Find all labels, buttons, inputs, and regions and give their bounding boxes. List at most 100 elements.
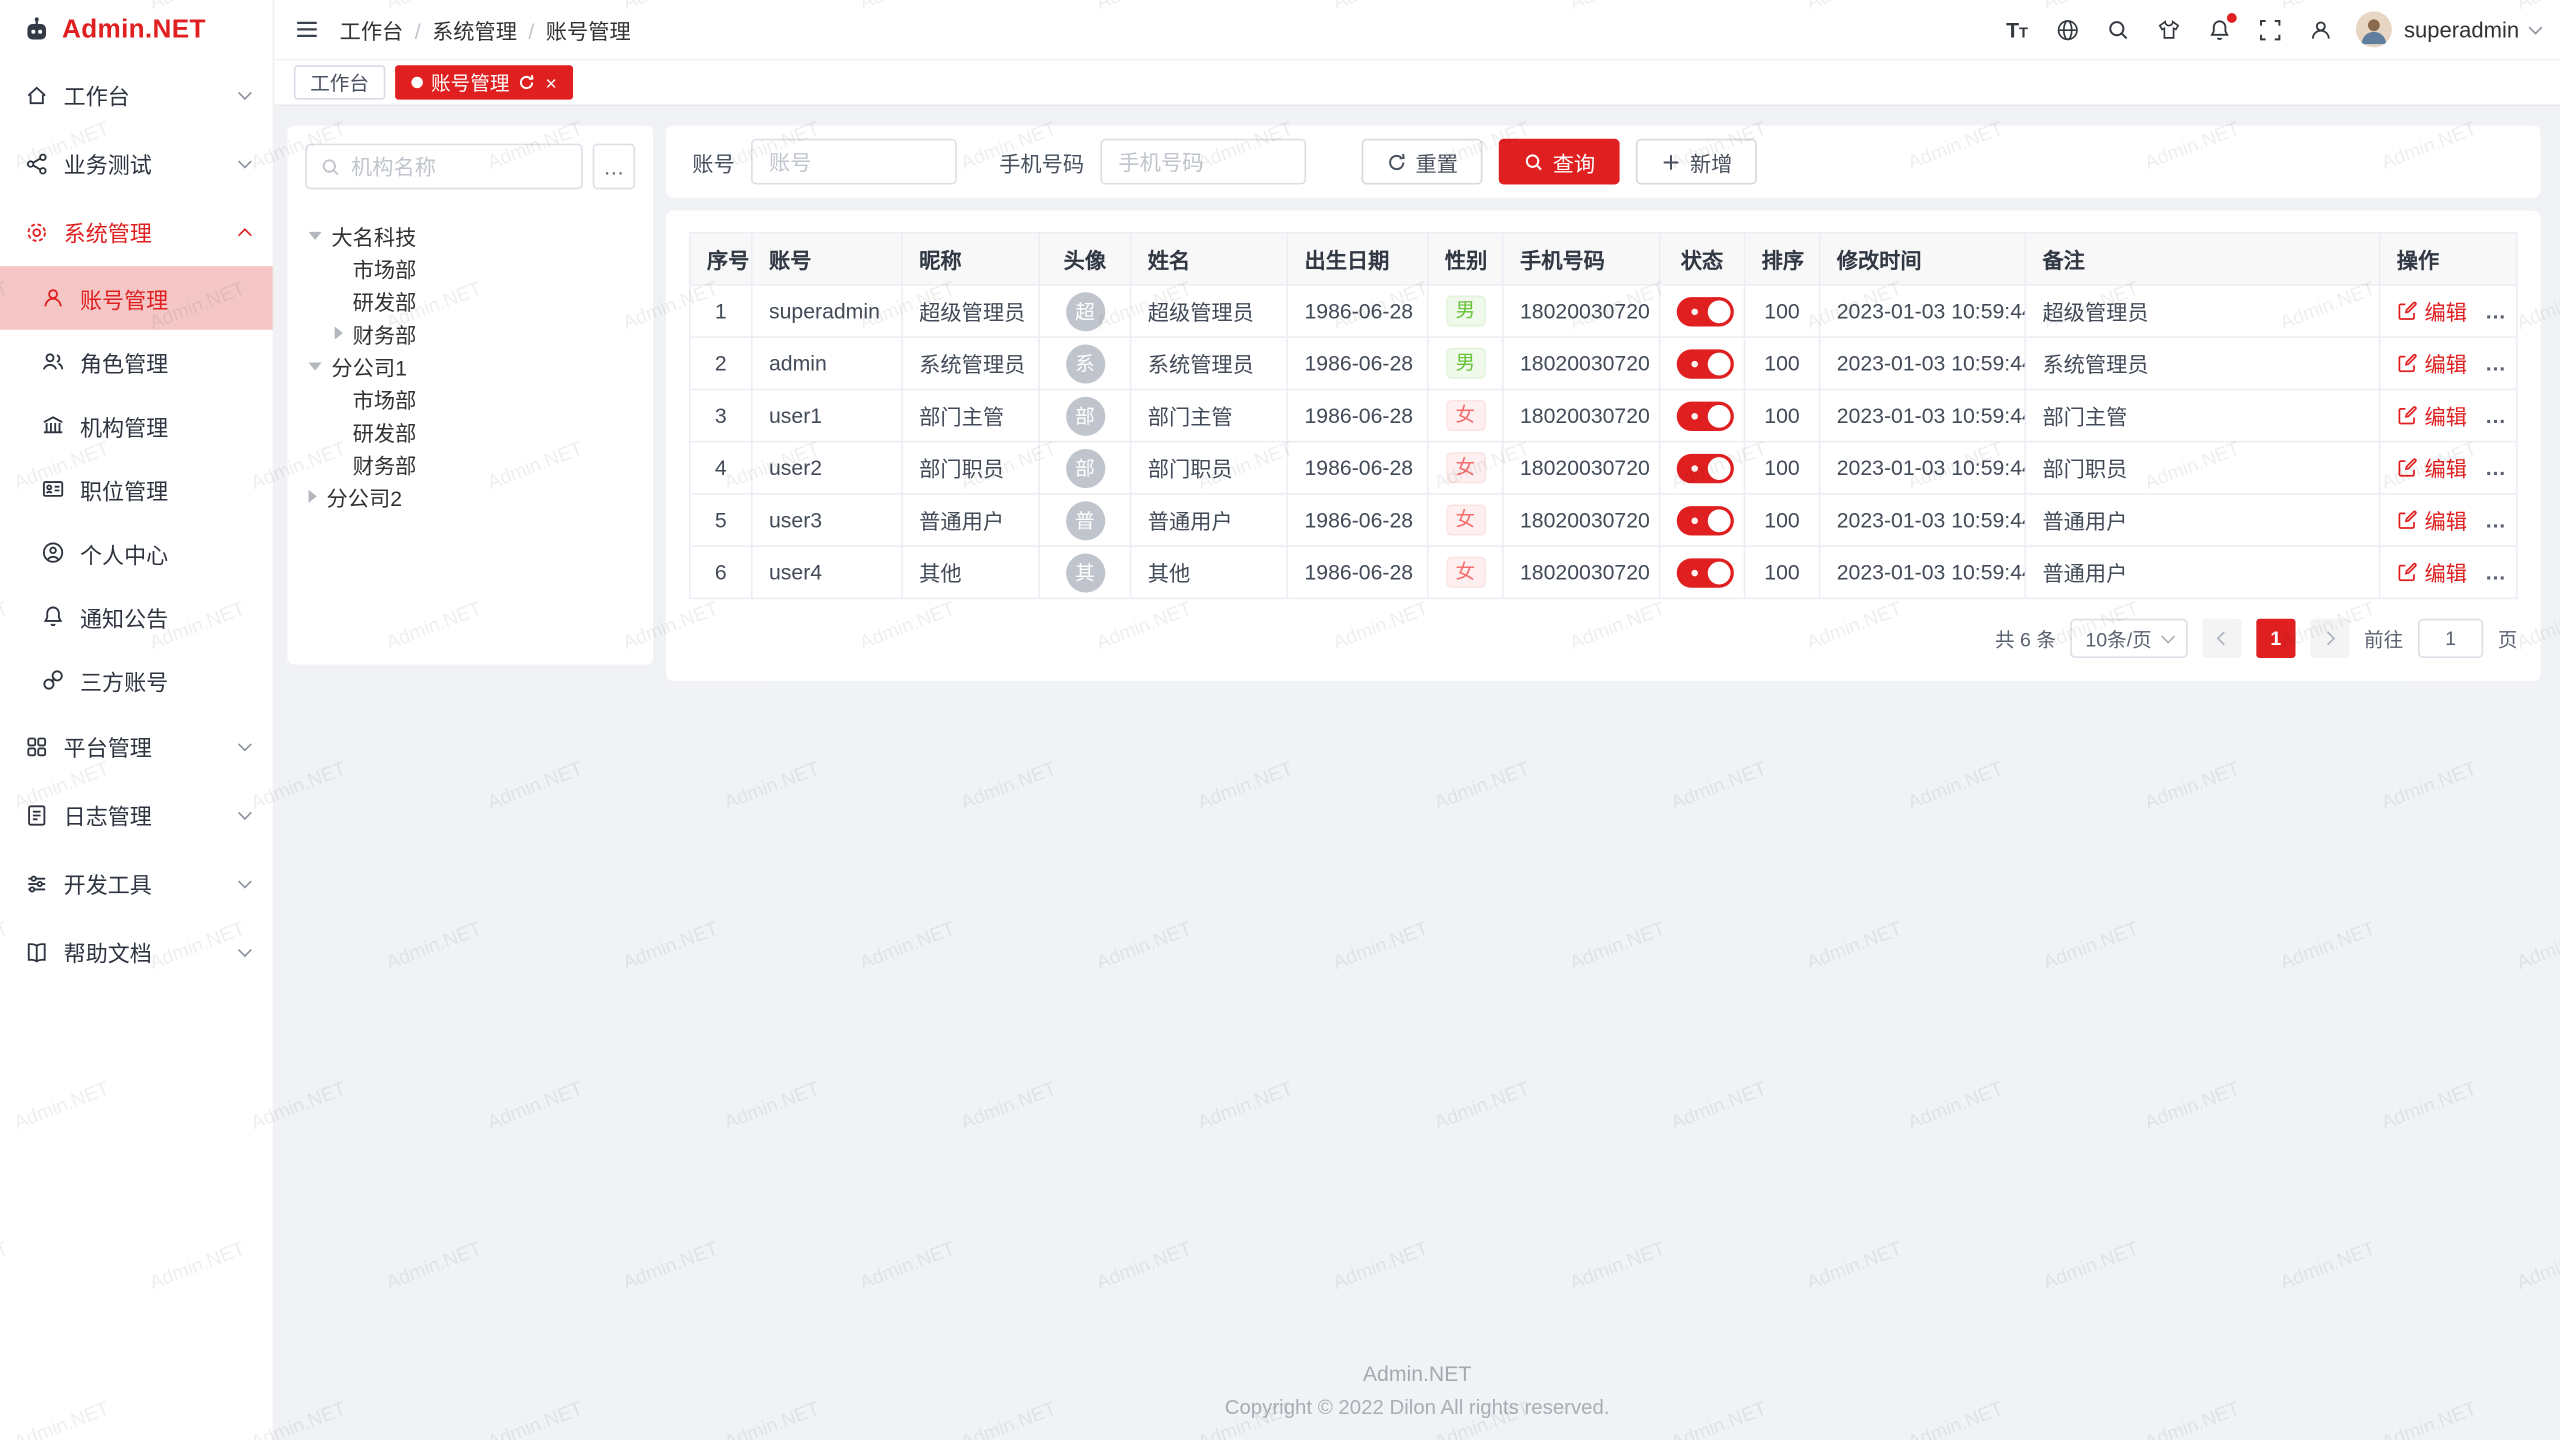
status-toggle[interactable] (1677, 349, 1734, 378)
status-toggle[interactable] (1677, 453, 1734, 482)
sidebar-item-label: 角色管理 (80, 345, 168, 378)
sidebar-item-personal-center[interactable]: 个人中心 (0, 521, 273, 585)
prev-page-button[interactable] (2202, 619, 2241, 658)
sidebar-item-label: 通知公告 (80, 600, 168, 633)
cell-modified: 2023-01-03 10:59:44 (1820, 546, 2026, 598)
sidebar-menu: 工作台 业务测试 系统管理 账号管理 角色管理 (0, 60, 273, 986)
sidebar-item-third-party-account[interactable]: 三方账号 (0, 648, 273, 712)
tree-node[interactable]: 研发部 (305, 415, 635, 448)
goto-label: 前往 (2364, 624, 2403, 652)
col-phone: 手机号码 (1503, 233, 1660, 285)
sidebar-item-system-management[interactable]: 系统管理 (0, 198, 273, 267)
search-button[interactable]: 查询 (1499, 139, 1620, 185)
tree-node[interactable]: 市场部 (305, 251, 635, 284)
breadcrumb-item[interactable]: 系统管理 (432, 14, 546, 45)
page-footer: Admin.NET Copyright © 2022 Dilon All rig… (274, 1346, 2560, 1440)
edit-button[interactable]: 编辑 (2397, 504, 2467, 535)
breadcrumb-item[interactable]: 工作台 (340, 14, 432, 45)
chevron-down-icon (238, 874, 252, 888)
sidebar-item-dev-tools[interactable]: 开发工具 (0, 849, 273, 918)
bell-icon[interactable] (2205, 15, 2234, 44)
language-globe-icon[interactable] (2053, 15, 2082, 44)
user-icon (39, 285, 65, 311)
cell-account: superadmin (752, 285, 902, 337)
edit-button[interactable]: 编辑 (2397, 348, 2467, 379)
tree-node-label: 研发部 (353, 285, 417, 316)
tree-node[interactable]: 研发部 (305, 284, 635, 317)
sidebar-item-workbench[interactable]: 工作台 (0, 60, 273, 129)
next-page-button[interactable] (2310, 619, 2349, 658)
sidebar-item-account-management[interactable]: 账号管理 (0, 266, 273, 330)
font-size-icon[interactable]: TT (2002, 15, 2031, 44)
top-bar: 工作台 系统管理 账号管理 TT superadmin (274, 0, 2560, 60)
tree-node[interactable]: 市场部 (305, 382, 635, 415)
profile-settings-icon[interactable] (2306, 15, 2335, 44)
fullscreen-icon[interactable] (2255, 15, 2284, 44)
row-more-button[interactable]: … (2485, 299, 2506, 323)
tab-workbench[interactable]: 工作台 (294, 65, 385, 99)
cell-nickname: 其他 (902, 546, 1039, 598)
reset-button[interactable]: 重置 (1362, 139, 1483, 185)
caret-down-icon[interactable] (309, 362, 322, 370)
caret-down-icon[interactable] (309, 231, 322, 239)
page-button-1[interactable]: 1 (2256, 619, 2295, 658)
page-size-select[interactable]: 10条/页 (2071, 619, 2188, 658)
caret-right-icon[interactable] (335, 327, 343, 340)
tree-node[interactable]: 财务部 (305, 447, 635, 480)
sidebar-item-platform-management[interactable]: 平台管理 (0, 712, 273, 781)
theme-shirt-icon[interactable] (2154, 15, 2183, 44)
sidebar-item-help-docs[interactable]: 帮助文档 (0, 918, 273, 987)
sidebar-item-notice[interactable]: 通知公告 (0, 584, 273, 648)
add-button[interactable]: 新增 (1636, 139, 1757, 185)
sidebar-item-business-test[interactable]: 业务测试 (0, 129, 273, 198)
sidebar-item-org-management[interactable]: 机构管理 (0, 393, 273, 457)
edit-button[interactable]: 编辑 (2397, 452, 2467, 483)
status-toggle[interactable] (1677, 558, 1734, 587)
tree-node[interactable]: 分公司1 (305, 349, 635, 382)
row-more-button[interactable]: … (2485, 351, 2506, 375)
cell-modified: 2023-01-03 10:59:44 (1820, 285, 2026, 337)
chevron-down-icon (238, 85, 252, 99)
row-more-button[interactable]: … (2485, 508, 2506, 532)
phone-input[interactable] (1100, 139, 1306, 185)
edit-button[interactable]: 编辑 (2397, 296, 2467, 327)
sidebar-item-role-management[interactable]: 角色管理 (0, 330, 273, 394)
org-search-input[interactable] (351, 154, 568, 178)
tree-node-label: 分公司2 (327, 481, 402, 512)
row-more-button[interactable]: … (2485, 403, 2506, 427)
tree-node[interactable]: 财务部 (305, 317, 635, 350)
user-menu[interactable]: superadmin (2357, 11, 2541, 47)
status-toggle[interactable] (1677, 296, 1734, 325)
cell-modified: 2023-01-03 10:59:44 (1820, 494, 2026, 546)
account-input[interactable] (751, 139, 957, 185)
cell-order: 100 (1744, 337, 1819, 389)
tree-node[interactable]: 分公司2 (305, 480, 635, 513)
col-nickname: 昵称 (902, 233, 1039, 285)
app-root: Admin.NET 工作台 业务测试 系统管理 账号管理 (0, 0, 2560, 1440)
row-more-button[interactable]: … (2485, 560, 2506, 584)
sidebar-item-log-management[interactable]: 日志管理 (0, 780, 273, 849)
tab-account-management[interactable]: 账号管理 × (395, 65, 573, 99)
sidebar-item-label: 系统管理 (64, 216, 226, 249)
tree-more-button[interactable]: … (593, 144, 635, 190)
search-icon[interactable] (2104, 15, 2133, 44)
chevron-right-icon (2321, 631, 2335, 645)
cell-remark: 部门职员 (2025, 442, 2379, 494)
hamburger-menu-icon[interactable] (294, 16, 320, 42)
status-toggle[interactable] (1677, 505, 1734, 534)
row-more-button[interactable]: … (2485, 456, 2506, 480)
caret-right-icon[interactable] (309, 490, 317, 503)
cell-remark: 超级管理员 (2025, 285, 2379, 337)
edit-button[interactable]: 编辑 (2397, 557, 2467, 588)
sidebar-item-position-management[interactable]: 职位管理 (0, 457, 273, 521)
username-label: superadmin (2404, 17, 2519, 41)
sex-badge: 女 (1446, 452, 1485, 483)
tab-close-icon[interactable]: × (545, 73, 556, 93)
cell-birthdate: 1986-06-28 (1287, 337, 1427, 389)
status-toggle[interactable] (1677, 401, 1734, 430)
tree-node[interactable]: 大名科技 (305, 219, 635, 252)
cell-account: user2 (752, 442, 902, 494)
tab-refresh-icon[interactable] (518, 73, 536, 91)
edit-button[interactable]: 编辑 (2397, 400, 2467, 431)
goto-page-input[interactable] (2418, 619, 2483, 658)
